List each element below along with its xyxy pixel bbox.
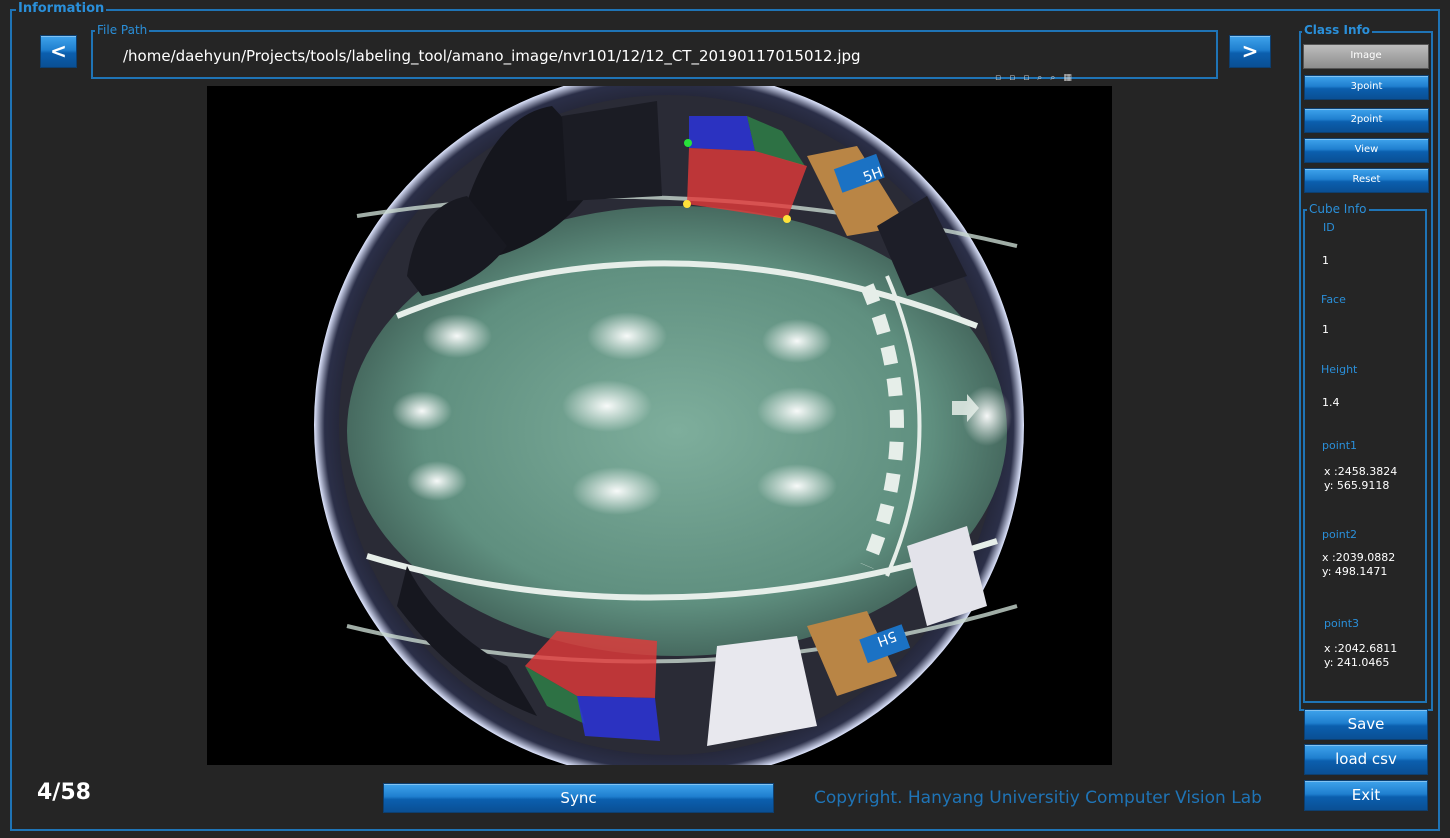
class-3point-button[interactable]: 3point [1304, 75, 1429, 100]
class-info-title: Class Info [1302, 23, 1372, 37]
save-button[interactable]: Save [1304, 709, 1428, 740]
image-counter: 4/58 [37, 780, 91, 805]
information-title: Information [16, 1, 107, 16]
class-view-button[interactable]: View [1304, 138, 1429, 163]
point1-label: point1 [1322, 439, 1358, 452]
fisheye-image-view[interactable]: 5H 5H [207, 86, 1112, 765]
point2-y-value: y: 498.1471 [1322, 565, 1388, 578]
point3-x-value: x :2042.6811 [1324, 642, 1398, 655]
next-image-button[interactable]: > [1229, 35, 1271, 68]
cube-bottom-blue-face [577, 696, 660, 741]
point3-y-value: y: 241.0465 [1324, 656, 1390, 669]
image-toolbar-icons[interactable]: ▫▫▫⌕⌕▦ [995, 73, 1110, 83]
class-2point-button[interactable]: 2point [1304, 108, 1429, 133]
file-path-label: File Path [95, 23, 150, 37]
cube-id-value: 1 [1322, 254, 1329, 267]
point3-label: point3 [1324, 617, 1360, 630]
load-csv-button[interactable]: load csv [1304, 744, 1428, 775]
sync-button[interactable]: Sync [383, 783, 774, 813]
point1-y-value: y: 565.9118 [1324, 479, 1390, 492]
cube-info-title: Cube Info [1307, 202, 1369, 216]
cube-height-value: 1.4 [1322, 396, 1340, 409]
prev-image-button[interactable]: < [40, 35, 77, 68]
file-path-value: /home/daehyun/Projects/tools/labeling_to… [123, 47, 861, 65]
point1-x-value: x :2458.3824 [1324, 465, 1398, 478]
copyright-text: Copyright. Hanyang Universitiy Computer … [814, 788, 1262, 808]
cube-face-value: 1 [1322, 323, 1329, 336]
exit-button[interactable]: Exit [1304, 780, 1428, 811]
point2-label: point2 [1322, 528, 1358, 541]
class-image-button[interactable]: Image [1303, 44, 1429, 69]
fisheye-image: 5H 5H [314, 86, 1024, 765]
cube-top-blue-face [689, 116, 755, 151]
point2-x-value: x :2039.0882 [1322, 551, 1396, 564]
cube-id-label: ID [1323, 221, 1335, 234]
cube-face-label: Face [1321, 293, 1346, 306]
class-reset-button[interactable]: Reset [1304, 168, 1429, 193]
cube-info-group [1303, 209, 1427, 703]
cube-height-label: Height [1321, 363, 1358, 376]
